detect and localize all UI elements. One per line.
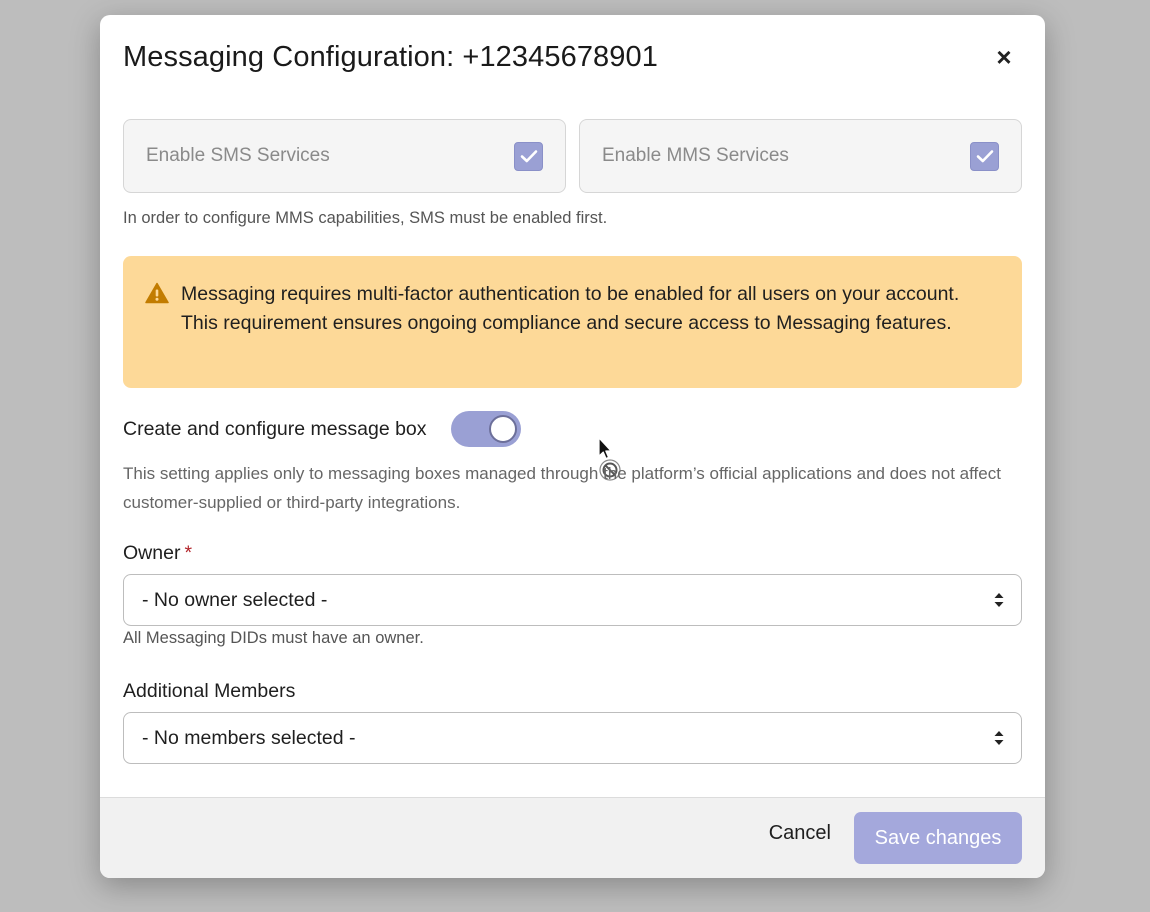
sms-service-option[interactable]: Enable SMS Services — [123, 119, 566, 193]
mms-service-checkbox[interactable] — [970, 141, 999, 171]
required-indicator: * — [184, 542, 193, 564]
sms-service-checkbox[interactable] — [514, 141, 543, 171]
message-box-toggle-label: Create and configure message box — [123, 417, 427, 440]
close-button[interactable]: × — [986, 39, 1022, 75]
mms-helper-text: In order to configure MMS capabilities, … — [123, 209, 608, 227]
select-arrows-icon — [994, 593, 1004, 607]
cancel-button[interactable]: Cancel — [769, 822, 831, 845]
mfa-warning-alert: Messaging requires multi-factor authenti… — [123, 256, 1022, 388]
check-icon — [520, 150, 537, 163]
alert-message: Messaging requires multi-factor authenti… — [181, 283, 960, 334]
messaging-config-modal: Messaging Configuration: +12345678901 × … — [100, 15, 1045, 878]
save-changes-button[interactable]: Save changes — [854, 812, 1022, 864]
owner-select-value: - No owner selected - — [142, 588, 328, 611]
message-box-toggle-row: Create and configure message box — [123, 411, 521, 447]
close-icon: × — [996, 41, 1012, 72]
warning-icon — [145, 282, 169, 304]
mms-service-option[interactable]: Enable MMS Services — [579, 119, 1022, 193]
toggle-knob — [488, 415, 517, 443]
select-arrows-icon — [994, 731, 1004, 745]
service-toggles: Enable SMS Services Enable MMS Services — [123, 119, 1022, 193]
members-select[interactable]: - No members selected - — [123, 712, 1022, 764]
sms-service-label: Enable SMS Services — [146, 145, 330, 166]
message-box-toggle[interactable] — [450, 411, 521, 447]
owner-select[interactable]: - No owner selected - — [123, 574, 1022, 626]
owner-label-text: Owner — [123, 542, 181, 564]
modal-title: Messaging Configuration: +12345678901 — [123, 41, 658, 73]
mms-service-label: Enable MMS Services — [602, 145, 789, 166]
owner-helper-text: All Messaging DIDs must have an owner. — [123, 629, 424, 647]
check-icon — [976, 150, 993, 163]
members-label: Additional Members — [123, 680, 296, 702]
owner-label: Owner * — [123, 542, 192, 565]
modal-header: Messaging Configuration: +12345678901 × — [123, 37, 1022, 77]
message-box-description: This setting applies only to messaging b… — [123, 464, 1001, 512]
members-select-value: - No members selected - — [142, 726, 356, 749]
modal-footer: Cancel Save changes — [100, 797, 1045, 878]
